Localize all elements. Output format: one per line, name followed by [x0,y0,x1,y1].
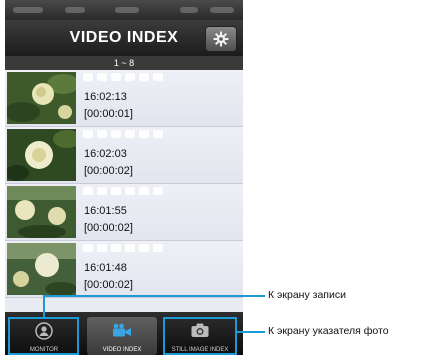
gear-icon [213,31,229,47]
tab-video-index-label: VIDEO INDEX [102,347,142,353]
callout-still-image: К экрану указателя фото [268,325,389,337]
callout-line-monitor-horizontal [43,295,265,297]
video-time: 16:01:48 [84,262,127,274]
video-thumbnail [7,243,76,295]
list-item[interactable]: 16:02:03 [00:00:02] [5,127,243,184]
tab-video-index[interactable]: VIDEO INDEX [87,317,157,355]
video-time: 16:02:03 [84,148,127,160]
range-indicator: 1 ~ 8 [5,56,243,70]
video-thumbnail [7,129,76,181]
video-time: 16:01:55 [84,205,127,217]
phone-screen: VIDEO INDEX 1 ~ 8 16:02:13 [00:00:01] 16… [5,0,243,355]
video-list[interactable]: 16:02:13 [00:00:01] 16:02:03 [00:00:02] [5,70,243,298]
video-camera-icon [113,323,131,337]
callout-monitor: К экрану записи [268,289,346,301]
video-duration: [00:00:01] [84,108,133,120]
callout-line-monitor-vertical [43,295,45,317]
monitor-tab-highlight [8,317,79,355]
list-item[interactable]: 16:02:13 [00:00:01] [5,70,243,127]
video-time: 16:02:13 [84,91,127,103]
settings-button[interactable] [205,26,237,52]
video-duration: [00:00:02] [84,222,133,234]
status-bar [5,0,243,20]
callout-line-still-image [237,331,265,333]
title-bar: VIDEO INDEX [5,20,243,56]
video-duration: [00:00:02] [84,279,133,291]
list-item[interactable]: 16:01:48 [00:00:02] [5,241,243,298]
video-thumbnail [7,72,76,124]
list-item[interactable]: 16:01:55 [00:00:02] [5,184,243,241]
video-thumbnail [7,186,76,238]
still-image-tab-highlight [163,317,237,355]
video-duration: [00:00:02] [84,165,133,177]
